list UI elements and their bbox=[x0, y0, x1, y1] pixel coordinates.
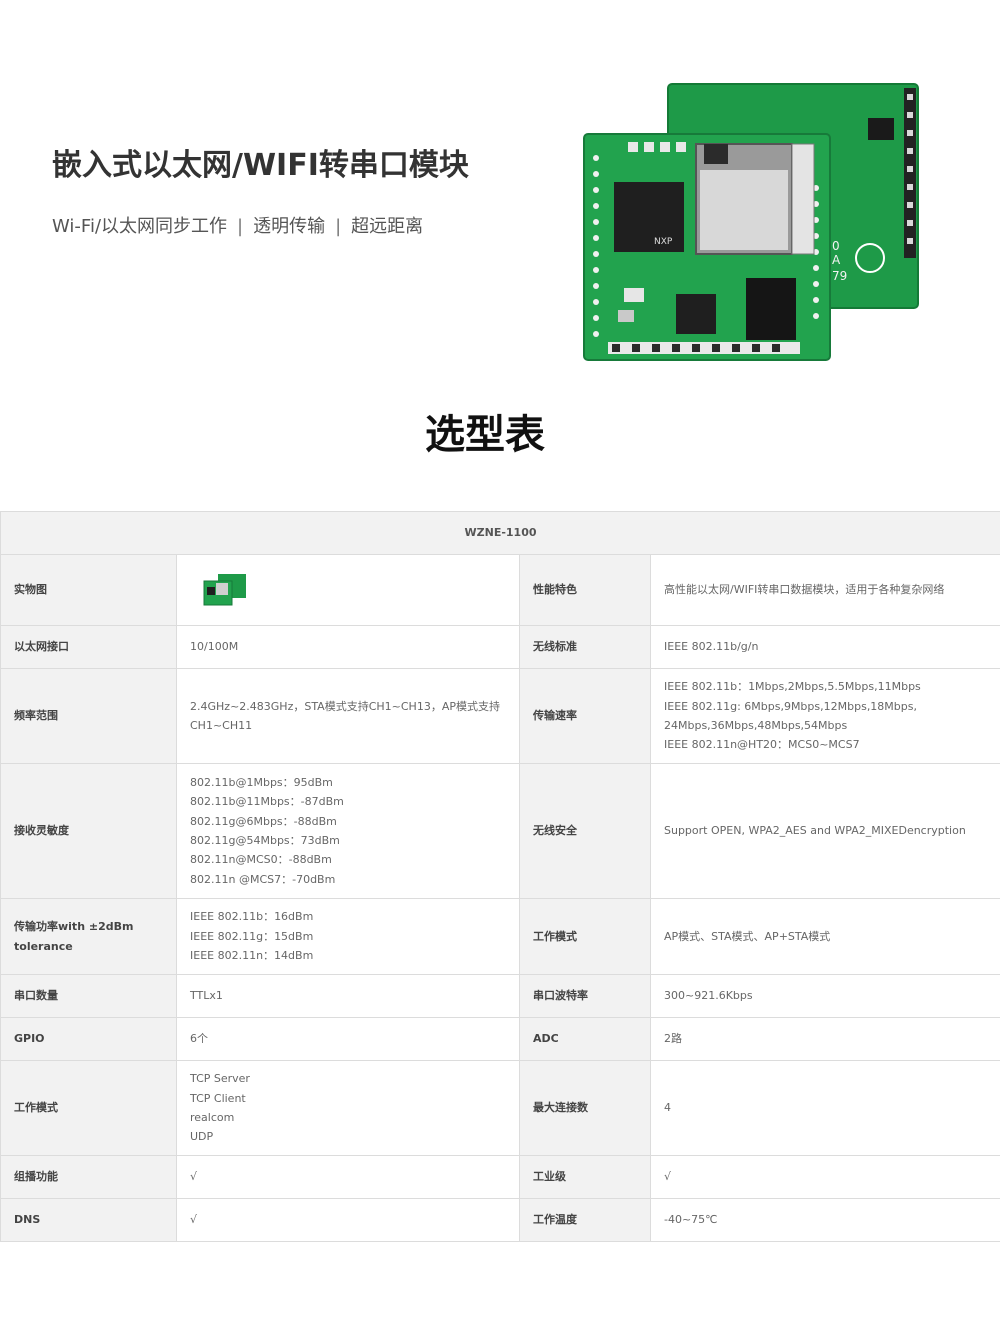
label-performance: 性能特色 bbox=[519, 554, 651, 626]
value-uart-count: TTLx1 bbox=[176, 974, 520, 1018]
work-mode-line: TCP Client bbox=[190, 1091, 246, 1105]
value-temperature: -40~75℃ bbox=[649, 1198, 1000, 1242]
feature-long-range: 超远距离 bbox=[351, 216, 424, 237]
table-row: DNS √ 工作温度 -40~75℃ bbox=[0, 1198, 1000, 1242]
table-row: GPIO 6个 ADC 2路 bbox=[0, 1017, 1000, 1061]
label-frequency: 频率范围 bbox=[0, 668, 177, 764]
label-work-mode: 工作模式 bbox=[519, 898, 651, 975]
chip-brand: NXP bbox=[654, 237, 673, 247]
label-uart-count: 串口数量 bbox=[0, 974, 177, 1018]
table-row: 实物图 性能特色 高性能以太网/WIFI转串口数据模块，适用于各种复杂网络 bbox=[0, 554, 1000, 626]
rate-line: IEEE 802.11b：1Mbps,2Mbps,5.5Mbps,11Mbps bbox=[664, 680, 921, 694]
value-work-mode-2: TCP Server TCP Client realcom UDP bbox=[176, 1060, 520, 1156]
label-tx-power: 传输功率with ±2dBm tolerance bbox=[0, 898, 177, 975]
table-row: 组播功能 √ 工业级 √ bbox=[0, 1155, 1000, 1199]
work-mode-line: realcom bbox=[190, 1111, 235, 1124]
table-row: 以太网接口 10/100M 无线标准 IEEE 802.11b/g/n bbox=[0, 625, 1000, 669]
tx-power-line: IEEE 802.11n：14dBm bbox=[190, 949, 314, 963]
board-letter: A bbox=[832, 253, 841, 267]
sensitivity-line: 802.11b@11Mbps：-87dBm bbox=[190, 795, 344, 809]
table-row: 工作模式 TCP Server TCP Client realcom UDP 最… bbox=[0, 1060, 1000, 1156]
value-adc: 2路 bbox=[649, 1017, 1000, 1061]
table-row: 串口数量 TTLx1 串口波特率 300~921.6Kbps bbox=[0, 974, 1000, 1018]
value-gpio: 6个 bbox=[176, 1017, 520, 1061]
board-zero: 0 bbox=[832, 239, 840, 253]
sensitivity-line: 802.11b@1Mbps：95dBm bbox=[190, 775, 333, 789]
label-baud: 串口波特率 bbox=[519, 974, 651, 1018]
value-tx-power: IEEE 802.11b：16dBm IEEE 802.11g：15dBm IE… bbox=[176, 898, 520, 975]
product-image: 79 A 0 NXP bbox=[583, 83, 919, 361]
photo-cell bbox=[176, 554, 520, 626]
section-title: 选型表 bbox=[425, 412, 545, 458]
value-ethernet: 10/100M bbox=[176, 625, 520, 669]
label-gpio: GPIO bbox=[0, 1017, 177, 1061]
value-performance: 高性能以太网/WIFI转串口数据模块，适用于各种复杂网络 bbox=[649, 554, 1000, 626]
label-adc: ADC bbox=[519, 1017, 651, 1061]
sensitivity-line: 802.11g@54Mbps：73dBm bbox=[190, 834, 340, 847]
work-mode-line: TCP Server bbox=[190, 1072, 250, 1086]
hero-features: Wi-Fi/以太网同步工作 | 透明传输 | 超远距离 bbox=[52, 212, 423, 238]
label-photo: 实物图 bbox=[0, 554, 177, 626]
label-max-connections: 最大连接数 bbox=[519, 1060, 651, 1156]
value-sensitivity: 802.11b@1Mbps：95dBm 802.11b@11Mbps：-87dB… bbox=[176, 763, 520, 899]
sensitivity-line: 802.11g@6Mbps：-88dBm bbox=[190, 814, 337, 828]
value-multicast: √ bbox=[176, 1155, 520, 1199]
label-industrial: 工业级 bbox=[519, 1155, 651, 1199]
value-frequency: 2.4GHz~2.483GHz，STA模式支持CH1~CH13，AP模式支持CH… bbox=[176, 668, 520, 764]
feature-transparent: 透明传输 bbox=[253, 216, 326, 237]
label-ethernet: 以太网接口 bbox=[0, 625, 177, 669]
sensitivity-line: 802.11n@MCS0：-88dBm bbox=[190, 853, 332, 867]
tx-power-line: IEEE 802.11b：16dBm bbox=[190, 910, 314, 924]
rate-line: IEEE 802.11n@HT20：MCS0~MCS7 bbox=[664, 738, 860, 752]
label-security: 无线安全 bbox=[519, 763, 651, 899]
table-row: 接收灵敏度 802.11b@1Mbps：95dBm 802.11b@11Mbps… bbox=[0, 763, 1000, 899]
label-multicast: 组播功能 bbox=[0, 1155, 177, 1199]
table-row: 频率范围 2.4GHz~2.483GHz，STA模式支持CH1~CH13，AP模… bbox=[0, 668, 1000, 764]
sensitivity-line: 802.11n @MCS7：-70dBm bbox=[190, 872, 336, 886]
tx-power-line: IEEE 802.11g：15dBm bbox=[190, 929, 314, 943]
work-mode-line: UDP bbox=[190, 1130, 214, 1144]
hero-title: 嵌入式以太网/WIFI转串口模块 bbox=[52, 148, 469, 183]
value-work-mode: AP模式、STA模式、AP+STA模式 bbox=[649, 898, 1000, 975]
label-rate: 传输速率 bbox=[519, 668, 651, 764]
board-digits: 79 bbox=[832, 269, 847, 283]
rate-line: IEEE 802.11g: 6Mbps,9Mbps,12Mbps,18Mbps, bbox=[664, 699, 917, 713]
feature-separator: | bbox=[335, 216, 342, 237]
value-wireless-standard: IEEE 802.11b/g/n bbox=[649, 625, 1000, 669]
spec-table: WZNE-1100 实物图 性能特色 高性能以太网/WIFI转串口数据模块，适用… bbox=[0, 511, 1000, 1242]
value-max-connections: 4 bbox=[649, 1060, 1000, 1156]
label-sensitivity: 接收灵敏度 bbox=[0, 763, 177, 899]
value-dns: √ bbox=[176, 1198, 520, 1242]
value-security: Support OPEN, WPA2_AES and WPA2_MIXEDenc… bbox=[649, 763, 1000, 899]
product-thumbnail bbox=[203, 574, 246, 606]
table-model-header: WZNE-1100 bbox=[0, 511, 1000, 555]
label-wireless-standard: 无线标准 bbox=[519, 625, 651, 669]
value-industrial: √ bbox=[649, 1155, 1000, 1199]
label-dns: DNS bbox=[0, 1198, 177, 1242]
value-rate: IEEE 802.11b：1Mbps,2Mbps,5.5Mbps,11Mbps … bbox=[649, 668, 1000, 764]
rate-line: 24Mbps,36Mbps,48Mbps,54Mbps bbox=[664, 719, 848, 732]
feature-separator: | bbox=[237, 216, 244, 237]
label-work-mode-2: 工作模式 bbox=[0, 1060, 177, 1156]
feature-sync: Wi-Fi/以太网同步工作 bbox=[52, 216, 228, 237]
label-temperature: 工作温度 bbox=[519, 1198, 651, 1242]
value-baud: 300~921.6Kbps bbox=[649, 974, 1000, 1018]
table-row: 传输功率with ±2dBm tolerance IEEE 802.11b：16… bbox=[0, 898, 1000, 975]
